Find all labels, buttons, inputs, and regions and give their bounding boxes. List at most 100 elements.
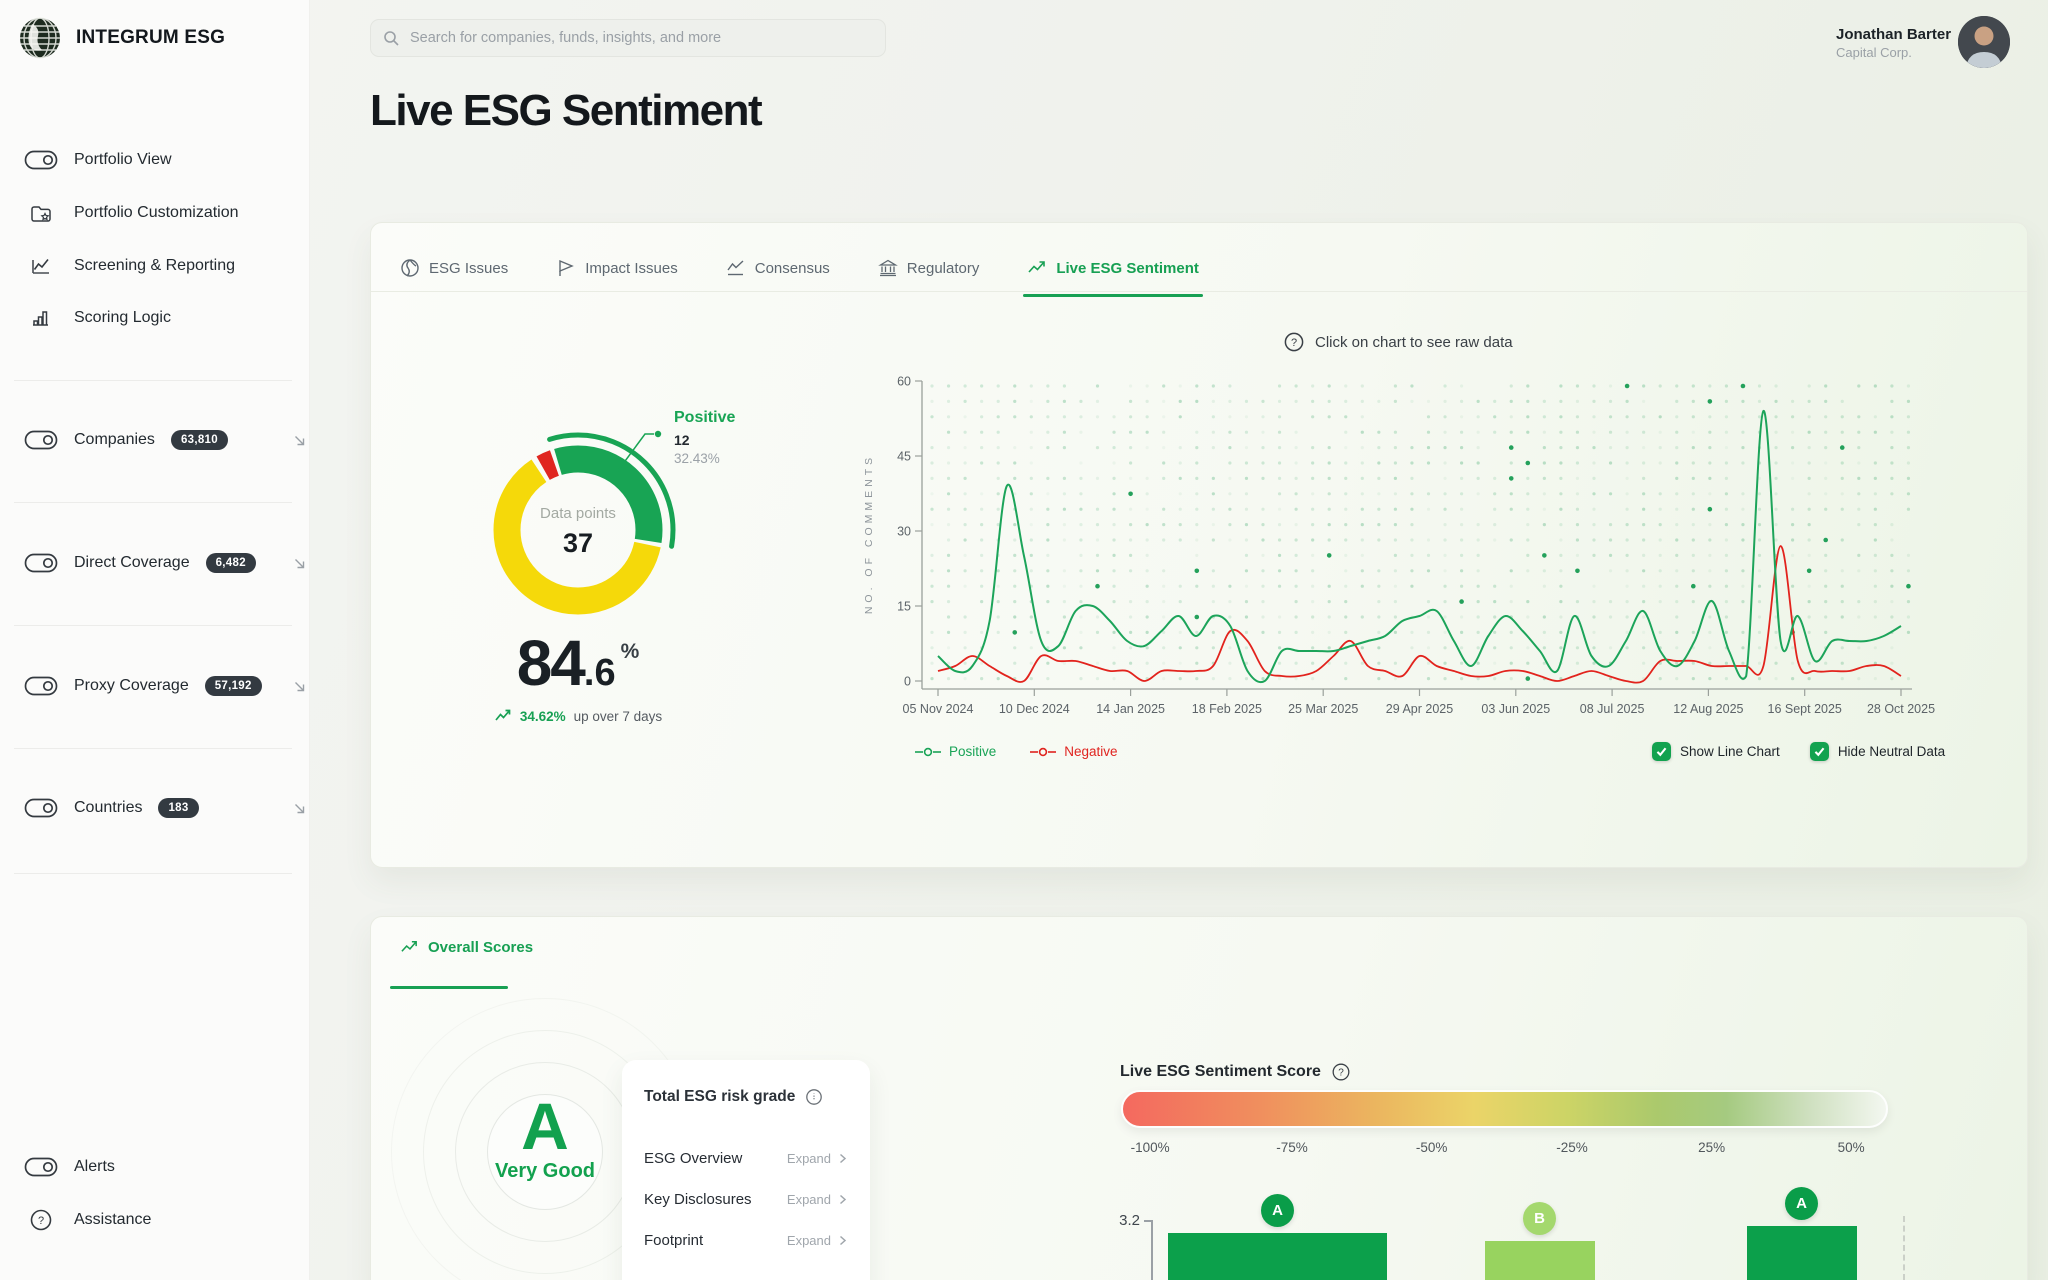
legend-item-positive[interactable]: Positive — [915, 744, 996, 759]
tab-live-esg-sentiment[interactable]: Live ESG Sentiment — [1027, 258, 1199, 278]
checkbox-checked-icon[interactable] — [1652, 742, 1671, 761]
sidebar-item-direct-coverage[interactable]: Direct Coverage 6,482 — [24, 548, 256, 578]
sidebar-item-label: Assistance — [74, 1211, 151, 1229]
sidebar-item-proxy-coverage[interactable]: Proxy Coverage 57,192 — [24, 671, 262, 701]
sidebar-item-scoring-logic[interactable]: Scoring Logic — [24, 303, 171, 333]
chevron-right-icon — [837, 1153, 848, 1164]
legend-label: Negative — [1064, 744, 1117, 759]
chart-hint: ? Click on chart to see raw data — [1283, 331, 1513, 353]
risk-row-label: Footprint — [644, 1232, 703, 1249]
x-tick-label: 28 Oct 2025 — [1867, 702, 1935, 716]
toggle-label: Show Line Chart — [1680, 744, 1780, 759]
tab-label: Impact Issues — [585, 260, 678, 277]
x-tick-label: 10 Dec 2024 — [999, 702, 1070, 716]
checkbox-checked-icon[interactable] — [1810, 742, 1829, 761]
toggle-label: Hide Neutral Data — [1838, 744, 1945, 759]
scale-title: Live ESG Sentiment Score — [1120, 1063, 1321, 1081]
globe-icon — [400, 258, 420, 278]
tab-impact-issues[interactable]: Impact Issues — [556, 258, 678, 278]
grade-badge: A — [1261, 1194, 1294, 1227]
sentiment-line-chart[interactable]: 015304560NO. OF COMMENTS05 Nov 202410 De… — [850, 356, 1955, 740]
count-badge: 57,192 — [205, 676, 262, 696]
x-tick-label: 29 Apr 2025 — [1386, 702, 1453, 716]
svg-text:?: ? — [1338, 1068, 1344, 1079]
help-icon[interactable]: ? — [1283, 331, 1305, 353]
sidebar-item-portfolio-customization[interactable]: Portfolio Customization — [24, 198, 239, 228]
scale-tick-label: -75% — [1276, 1140, 1308, 1155]
bar-chart-icon — [24, 308, 58, 328]
risk-row-footprint[interactable]: Footprint Expand — [644, 1220, 848, 1261]
trend-up-icon — [494, 708, 512, 724]
hint-text: Click on chart to see raw data — [1315, 334, 1513, 351]
sidebar-item-label: Direct Coverage — [74, 554, 190, 572]
minibar-ymax-label: 3.2 — [1106, 1212, 1140, 1229]
callout-dot — [655, 431, 661, 437]
scale-tick-label: -100% — [1131, 1140, 1170, 1155]
x-tick-label: 14 Jan 2025 — [1096, 702, 1165, 716]
grade-bar[interactable] — [1747, 1226, 1857, 1280]
arrow-down-right-icon[interactable] — [292, 433, 307, 448]
help-icon[interactable]: ? — [1331, 1062, 1351, 1082]
tab-overall-scores[interactable]: Overall Scores — [400, 938, 533, 957]
x-tick-label: 05 Nov 2024 — [903, 702, 974, 716]
risk-row-esg-overview[interactable]: ESG Overview Expand — [644, 1138, 848, 1179]
toggle-icon — [24, 1156, 58, 1178]
divider — [14, 873, 292, 874]
avatar[interactable] — [1958, 16, 2010, 68]
search-input[interactable] — [408, 29, 873, 47]
expand-label: Expand — [787, 1151, 831, 1166]
sidebar-item-screening-reporting[interactable]: Screening & Reporting — [24, 251, 235, 281]
divider — [14, 748, 292, 749]
grade-badge: A — [1785, 1187, 1818, 1220]
esg-grade: A — [445, 1090, 645, 1162]
line-chart-icon — [24, 256, 58, 276]
risk-card-title: Total ESG risk grade — [644, 1088, 795, 1106]
user-org: Capital Corp. — [1836, 45, 1948, 60]
search-bar[interactable] — [370, 19, 886, 57]
user-name: Jonathan Barter — [1836, 26, 1948, 43]
sidebar-item-assistance[interactable]: ? Assistance — [24, 1205, 151, 1235]
chart-legend: Positive Negative — [915, 744, 1118, 759]
score-dec: .6 — [584, 652, 616, 695]
divider — [371, 291, 2027, 292]
delta-suffix: up over 7 days — [574, 709, 663, 724]
x-tick-label: 12 Aug 2025 — [1673, 702, 1743, 716]
toggle-show-line-chart[interactable]: Show Line Chart — [1652, 742, 1780, 761]
arrow-down-right-icon[interactable] — [292, 556, 307, 571]
tab-label: Regulatory — [907, 260, 980, 277]
scale-labels: -100% -75% -50% -25% 25% 50% — [1121, 1140, 1888, 1158]
svg-text:?: ? — [38, 1215, 44, 1227]
score-delta: 34.62% up over 7 days — [438, 708, 718, 724]
tab-consensus[interactable]: Consensus — [726, 258, 830, 278]
sidebar-item-portfolio-view[interactable]: Portfolio View — [24, 145, 172, 175]
grade-bar[interactable] — [1168, 1233, 1387, 1280]
arrow-down-right-icon[interactable] — [292, 679, 307, 694]
delta-value: 34.62% — [520, 709, 566, 724]
sidebar-item-label: Alerts — [74, 1158, 115, 1176]
svg-text:?: ? — [1291, 337, 1297, 349]
scale-tick-label: -50% — [1416, 1140, 1448, 1155]
sidebar-item-countries[interactable]: Countries 183 — [24, 793, 199, 823]
app-window: INTEGRUM ESG Portfolio View Portfolio Cu… — [0, 0, 2048, 1280]
x-tick-label: 08 Jul 2025 — [1580, 702, 1645, 716]
count-badge: 6,482 — [206, 553, 256, 573]
toggle-hide-neutral-data[interactable]: Hide Neutral Data — [1810, 742, 1945, 761]
sidebar-item-label: Companies — [74, 431, 155, 449]
tab-esg-issues[interactable]: ESG Issues — [400, 258, 508, 278]
user-info[interactable]: Jonathan Barter Capital Corp. — [1836, 26, 1948, 60]
arrow-down-right-icon[interactable] — [292, 801, 307, 816]
grade-bar[interactable] — [1485, 1241, 1595, 1280]
sidebar-item-alerts[interactable]: Alerts — [24, 1152, 115, 1182]
brand: INTEGRUM ESG — [18, 16, 225, 60]
tab-label: Overall Scores — [428, 939, 533, 956]
esg-grade-caption: Very Good — [445, 1160, 645, 1183]
y-axis-title: NO. OF COMMENTS — [863, 454, 875, 614]
donut-center-value: 37 — [478, 528, 678, 559]
divider — [14, 502, 292, 503]
legend-item-negative[interactable]: Negative — [1030, 744, 1117, 759]
sidebar-item-companies[interactable]: Companies 63,810 — [24, 425, 228, 455]
info-icon[interactable] — [805, 1088, 823, 1106]
globe-logo-icon — [18, 16, 62, 60]
risk-row-key-disclosures[interactable]: Key Disclosures Expand — [644, 1179, 848, 1220]
tab-regulatory[interactable]: Regulatory — [878, 258, 980, 278]
